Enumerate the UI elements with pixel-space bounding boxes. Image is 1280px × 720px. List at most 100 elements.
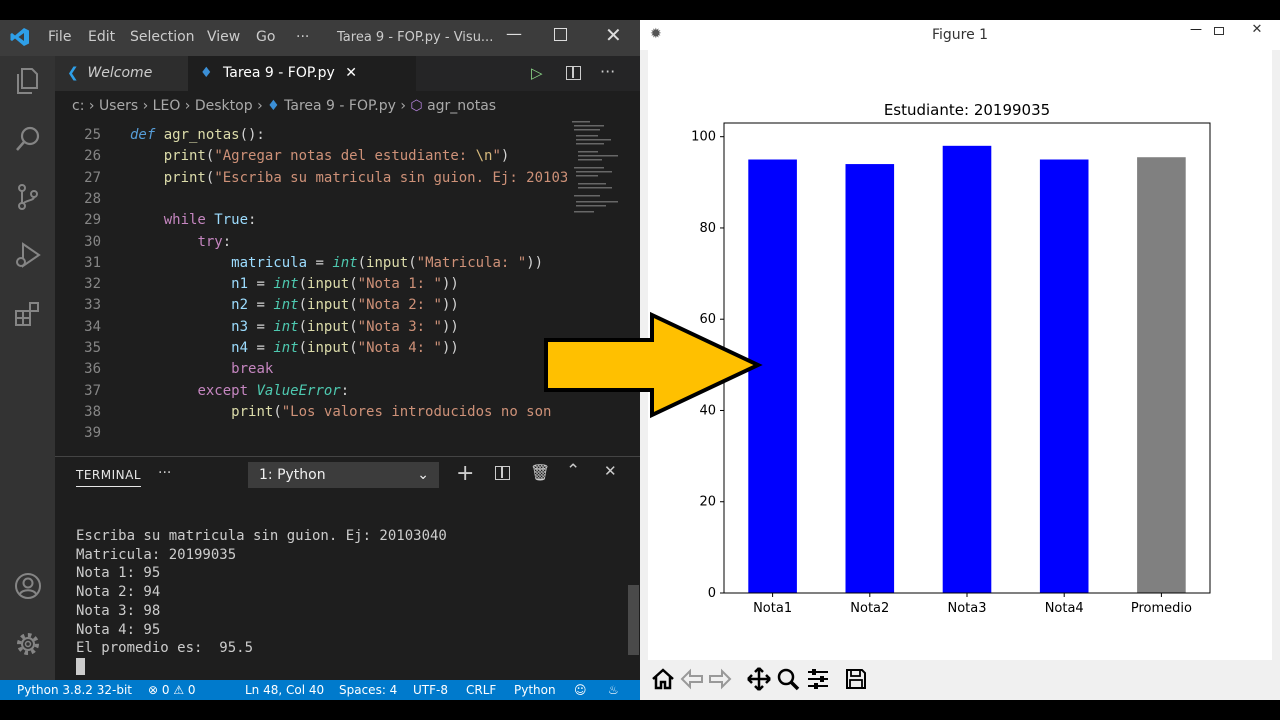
code-token: int xyxy=(273,318,299,335)
code-line[interactable]: 33 n2 = int(input("Nota 2: ")) xyxy=(55,295,567,316)
menu-more[interactable]: ··· xyxy=(296,29,309,45)
figure-window-title: Figure 1 xyxy=(931,27,989,43)
tab-welcome[interactable]: ❮ Welcome xyxy=(55,56,188,91)
close-icon[interactable]: ✕ xyxy=(1234,20,1280,40)
accounts-icon[interactable] xyxy=(13,571,43,601)
chevron-right-icon: › xyxy=(184,98,195,114)
menu-file[interactable]: File xyxy=(48,29,71,45)
run-file-icon[interactable]: ▷ xyxy=(531,64,543,82)
menu-view[interactable]: View xyxy=(207,29,240,45)
code-token: n1 xyxy=(231,276,249,293)
split-terminal-icon[interactable] xyxy=(495,466,510,480)
code-token: ( xyxy=(349,340,358,356)
code-line[interactable]: 25 def agr_notas(): xyxy=(55,125,567,146)
breadcrumb-drive[interactable]: c: xyxy=(72,98,84,114)
chevron-down-icon: ⌄ xyxy=(417,467,429,483)
breadcrumb-leo[interactable]: LEO xyxy=(153,98,181,114)
terminal-select[interactable]: 1: Python ⌄ xyxy=(248,462,439,488)
terminal-output[interactable]: Escriba su matricula sin guion. Ej: 2010… xyxy=(76,527,447,681)
menu-go[interactable]: Go xyxy=(256,29,275,45)
tab-fop-py[interactable]: ♦ Tarea 9 - FOP.py ✕ xyxy=(188,56,416,91)
tab-terminal[interactable]: TERMINAL xyxy=(76,468,142,487)
menu-edit[interactable]: Edit xyxy=(88,29,115,45)
code-line[interactable]: 31 matricula = int(input("Matricula: ")) xyxy=(55,253,567,274)
save-icon[interactable] xyxy=(843,666,869,692)
pan-icon[interactable] xyxy=(746,666,772,692)
trash-icon[interactable]: 🗑 xyxy=(530,463,550,482)
close-tab-icon[interactable]: ✕ xyxy=(345,65,357,81)
code-token: ValueError xyxy=(256,382,341,399)
code-line[interactable]: 34 n3 = int(input("Nota 3: ")) xyxy=(55,317,567,338)
search-icon[interactable] xyxy=(13,124,43,154)
status-bar: Python 3.8.2 32-bit ⊗ 0 ⚠ 0 Ln 48, Col 4… xyxy=(0,680,640,700)
code-token: = xyxy=(248,340,274,356)
code-token: : xyxy=(340,382,350,399)
split-editor-icon[interactable] xyxy=(566,66,581,80)
code-line[interactable]: 35 n4 = int(input("Nota 4: ")) xyxy=(55,338,567,359)
code-line[interactable]: 28 xyxy=(55,189,567,210)
chevron-right-icon: › xyxy=(400,98,411,114)
feedback-icon[interactable]: ☺ xyxy=(574,683,587,697)
x-tick-label: Promedio xyxy=(1131,601,1192,616)
code-line[interactable]: 38 print("Los valores introducidos no so… xyxy=(55,402,567,423)
code-token: int xyxy=(332,254,358,271)
close-icon[interactable]: ✕ xyxy=(605,23,622,47)
breadcrumb-users[interactable]: Users xyxy=(99,98,138,114)
status-encoding[interactable]: UTF-8 xyxy=(413,683,448,697)
breadcrumb-function[interactable]: agr_notas xyxy=(427,98,496,114)
line-number: 26 xyxy=(84,148,101,165)
tab-fop-py-label: Tarea 9 - FOP.py xyxy=(223,65,335,81)
gear-icon[interactable] xyxy=(13,629,43,659)
configure-subplots-icon[interactable] xyxy=(805,666,831,692)
zoom-icon[interactable] xyxy=(775,666,801,692)
status-indentation[interactable]: Spaces: 4 xyxy=(339,683,397,697)
code-token: = xyxy=(248,276,274,293)
minimize-icon[interactable]: — xyxy=(1190,22,1202,36)
code-line[interactable]: 36 break xyxy=(55,359,567,380)
chevron-right-icon: › xyxy=(257,98,268,114)
status-eol[interactable]: CRLF xyxy=(466,683,496,697)
breadcrumb-file[interactable]: Tarea 9 - FOP.py xyxy=(284,98,396,114)
source-control-icon[interactable] xyxy=(13,182,43,212)
status-problems[interactable]: ⊗ 0 ⚠ 0 xyxy=(148,683,196,697)
minimap[interactable] xyxy=(570,121,625,231)
code-line[interactable]: 32 n1 = int(input("Nota 1: ")) xyxy=(55,274,567,295)
new-terminal-icon[interactable]: + xyxy=(456,461,474,486)
terminal-scrollbar[interactable] xyxy=(628,585,639,655)
close-panel-icon[interactable]: ✕ xyxy=(604,462,617,480)
more-actions-icon[interactable]: ··· xyxy=(600,62,615,81)
code-line[interactable]: 27 print("Escriba su matricula sin guion… xyxy=(55,168,567,189)
code-token: ( xyxy=(349,297,358,314)
code-token: ( xyxy=(349,276,358,293)
code-line[interactable]: 26 print("Agregar notas del estudiante: … xyxy=(55,146,567,167)
yellow-arrow-icon xyxy=(544,311,763,419)
maximize-icon[interactable] xyxy=(554,28,567,41)
code-line[interactable]: 37 except ValueError: xyxy=(55,381,567,402)
chevron-up-icon[interactable]: ⌃ xyxy=(566,461,580,481)
bell-icon[interactable]: ♨ xyxy=(608,683,619,697)
explorer-icon[interactable] xyxy=(13,66,43,96)
code-token: )) xyxy=(441,340,459,356)
forward-arrow-icon[interactable] xyxy=(707,666,733,692)
code-line[interactable]: 30 try: xyxy=(55,232,567,253)
panel-more-icon[interactable]: ··· xyxy=(158,465,171,481)
extensions-icon[interactable] xyxy=(13,298,43,328)
code-line[interactable]: 39 xyxy=(55,423,567,444)
code-token: ( xyxy=(357,254,367,271)
code-token: "Nota 2: " xyxy=(357,297,442,314)
code-line[interactable]: 29 while True: xyxy=(55,210,567,231)
home-icon[interactable] xyxy=(650,666,676,692)
menu-selection[interactable]: Selection xyxy=(130,29,195,45)
line-number: 38 xyxy=(84,403,101,420)
maximize-icon[interactable] xyxy=(1214,27,1224,35)
back-arrow-icon[interactable] xyxy=(679,666,705,692)
status-cursor-position[interactable]: Ln 48, Col 40 xyxy=(245,683,324,697)
breadcrumb-desktop[interactable]: Desktop xyxy=(195,98,253,114)
run-debug-icon[interactable] xyxy=(13,240,43,270)
status-language[interactable]: Python xyxy=(514,683,556,697)
code-token: "Escriba su matricula sin guion. Ej: 201… xyxy=(214,169,567,186)
minimize-icon[interactable]: — xyxy=(506,24,522,43)
line-number: 32 xyxy=(84,276,101,293)
status-python-interpreter[interactable]: Python 3.8.2 32-bit xyxy=(17,683,132,697)
